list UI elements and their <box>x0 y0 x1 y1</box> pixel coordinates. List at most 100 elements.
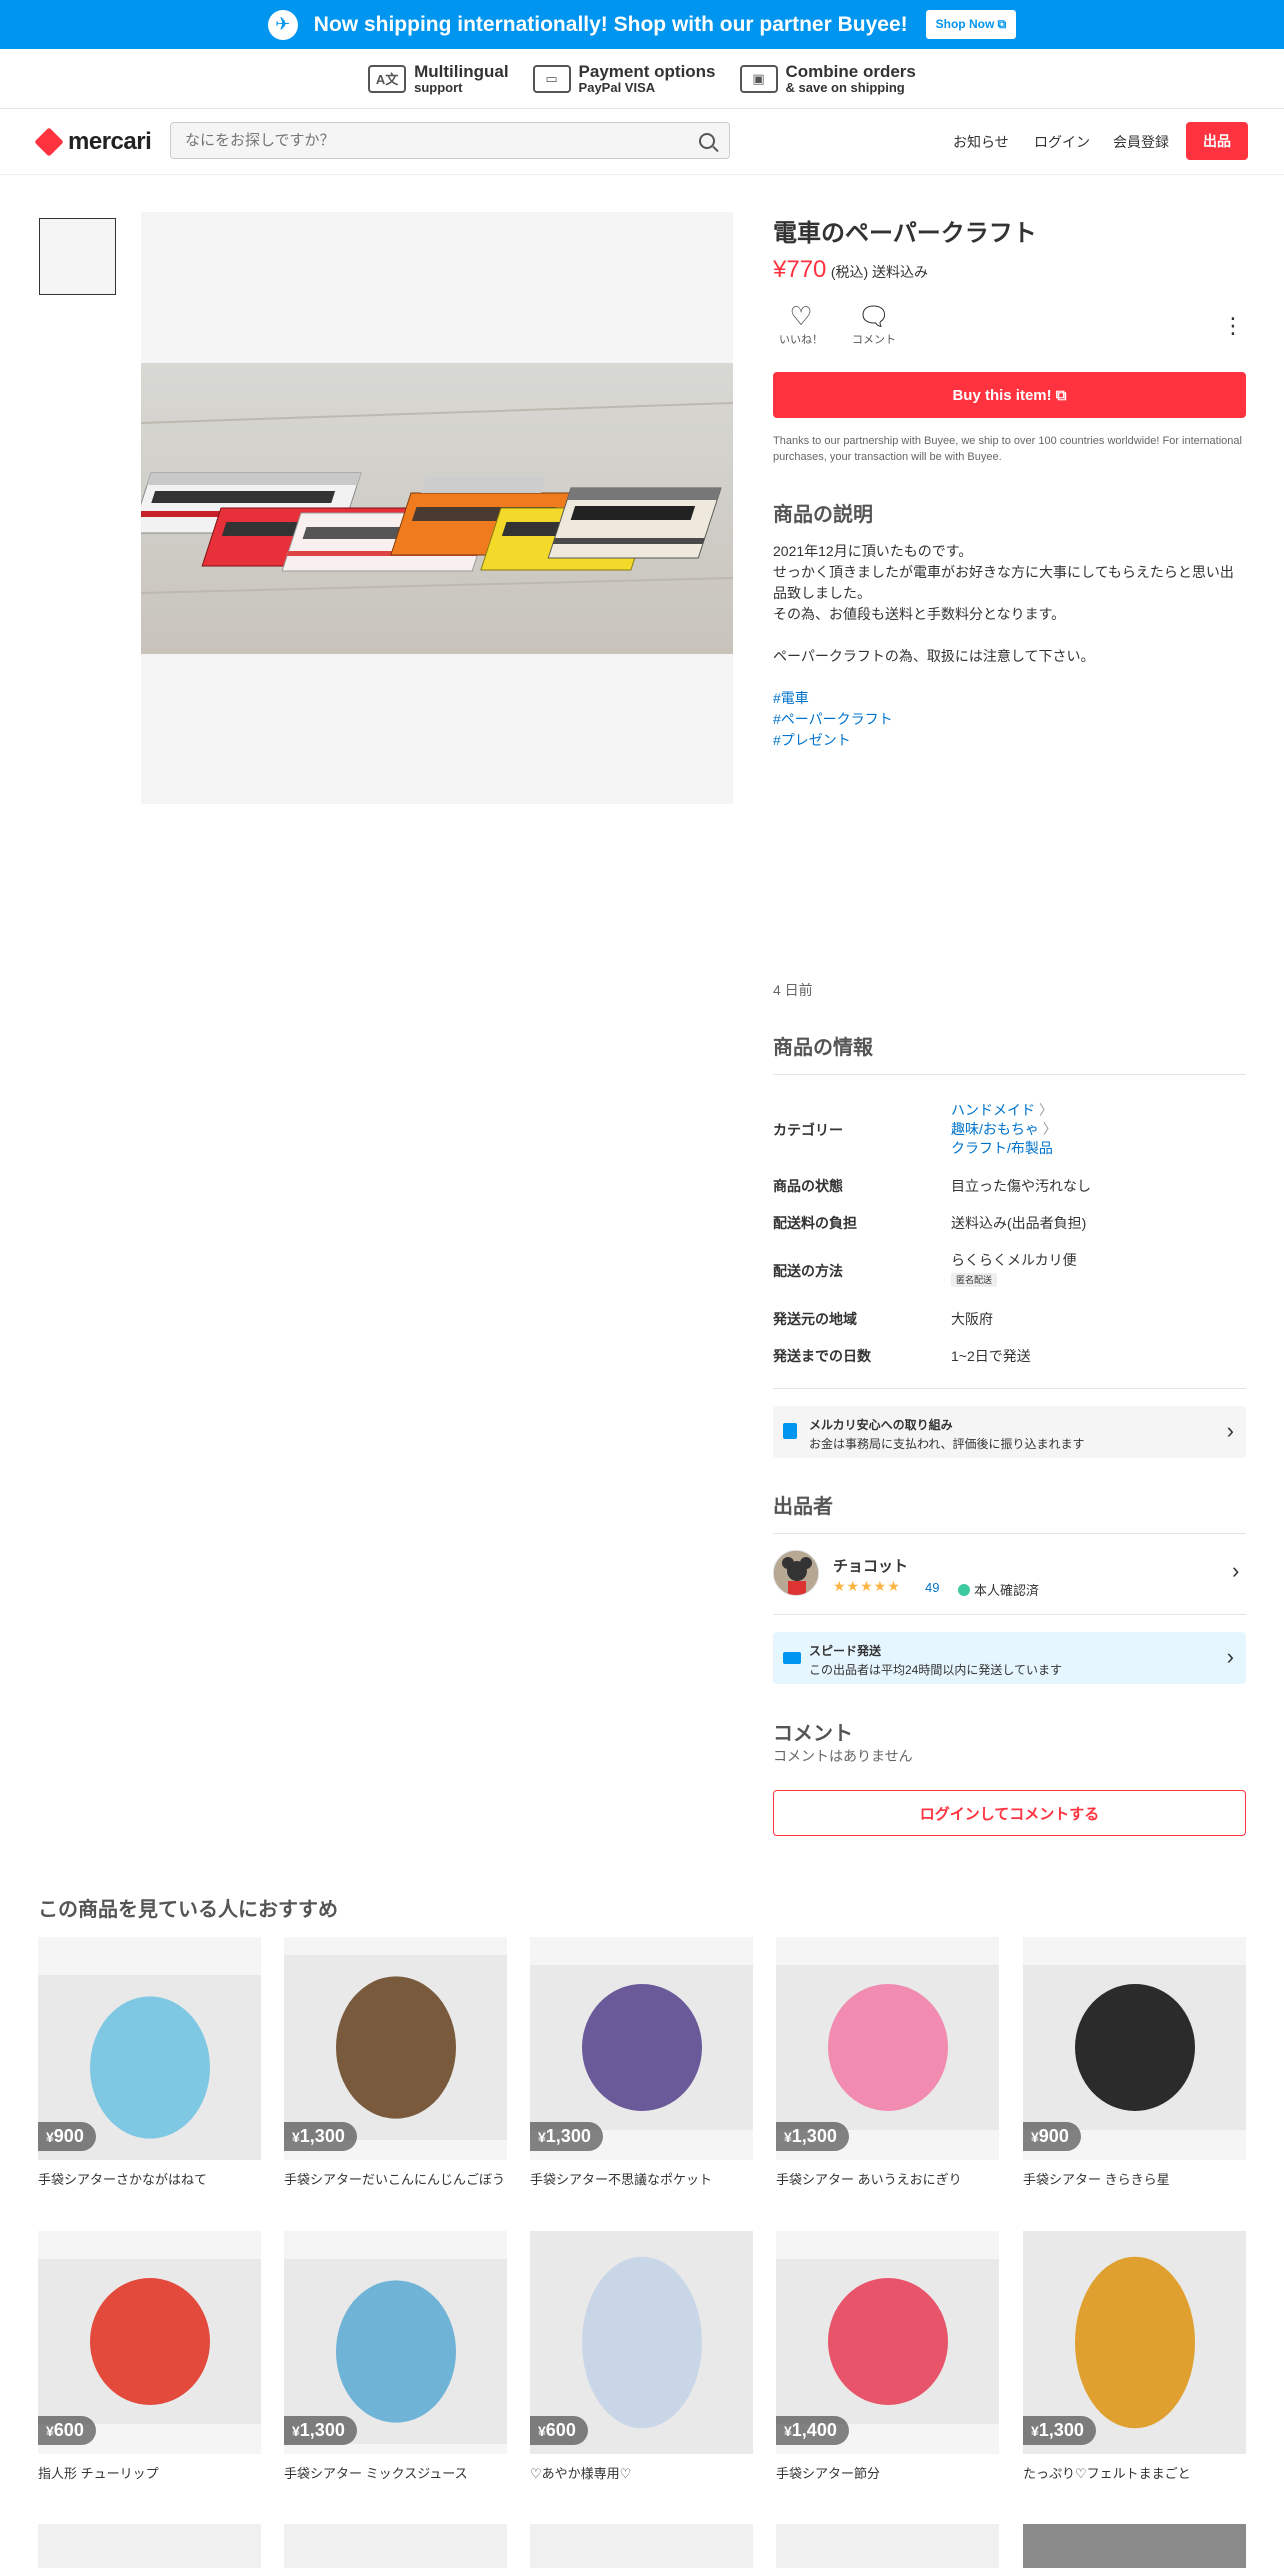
product-card[interactable]: ¥600 指人形 チューリップ <box>38 2231 261 2483</box>
price-value: 600 <box>545 2420 576 2440</box>
product-card[interactable] <box>38 2524 261 2568</box>
feature-sub: & save on shipping <box>785 79 905 95</box>
feature-sub: support <box>414 79 463 95</box>
info-value: らくらくメルカリ便 匿名配送 <box>951 1250 1077 1287</box>
safety-title: メルカリ安心への取り組み <box>809 1418 953 1432</box>
avatar[interactable] <box>773 1550 819 1596</box>
search-icon[interactable] <box>699 132 715 149</box>
category-link[interactable]: クラフト/布製品 <box>951 1139 1057 1158</box>
tag-link[interactable]: #ペーパークラフト <box>773 709 1246 730</box>
product-card[interactable] <box>530 2524 753 2568</box>
description-heading: 商品の説明 <box>773 504 873 526</box>
price-value: 900 <box>53 2126 84 2146</box>
comment-button[interactable]: 🗨 コメント <box>852 301 896 347</box>
product-name: 手袋シアターさかながはねて <box>38 2172 208 2187</box>
nav-signup[interactable]: 会員登録 <box>1113 132 1169 152</box>
product-card[interactable]: ¥1,300 たっぷり♡フェルトままごと <box>1023 2231 1246 2483</box>
product-card[interactable] <box>284 2524 507 2568</box>
logo-text: mercari <box>68 128 152 155</box>
product-image-frame: ¥1,300 <box>1023 2231 1246 2454</box>
product-image-frame: ¥1,300 <box>284 1937 507 2160</box>
product-name: 手袋シアター不思議なポケット <box>530 2172 713 2187</box>
feature-multilingual: A文 Multilingual support <box>368 63 509 95</box>
info-label: 発送元の地域 <box>773 1311 857 1327</box>
product-card[interactable]: ¥1,300 手袋シアター不思議なポケット <box>530 1937 753 2189</box>
price-value: 1,300 <box>299 2420 345 2440</box>
info-label: 発送までの日数 <box>773 1348 871 1364</box>
chevron-right-icon: 〉 <box>1038 1102 1053 1118</box>
safety-text: お金は事務局に支払われ、評価後に振り込まれます <box>809 1437 1085 1451</box>
rating-count[interactable]: 49 <box>925 1580 939 1595</box>
info-label: 商品の状態 <box>773 1178 843 1194</box>
info-label: 配送の方法 <box>773 1263 843 1279</box>
product-card[interactable]: ¥1,300 手袋シアターだいこんにんじんごぼう <box>284 1937 507 2189</box>
buy-button[interactable]: Buy this item! ⧉ <box>773 372 1246 418</box>
anonymous-badge: 匿名配送 <box>951 1273 998 1287</box>
nav-login[interactable]: ログイン <box>1034 132 1090 152</box>
chevron-right-icon[interactable]: › <box>1232 1558 1239 1584</box>
site-header: mercari お知らせ ログイン 会員登録 出品 <box>0 110 1284 175</box>
category-link[interactable]: ハンドメイド 〉 <box>951 1101 1057 1120</box>
nav-notifications[interactable]: お知らせ <box>953 132 1009 152</box>
speed-text: この出品者は平均24時間以内に発送しています <box>809 1663 1062 1677</box>
mercari-logo[interactable]: mercari <box>34 127 152 157</box>
feature-title: Payment options <box>578 61 716 81</box>
tag-link[interactable]: #プレゼント <box>773 730 1246 751</box>
shipping-method: らくらくメルカリ便 <box>951 1252 1077 1268</box>
product-card[interactable]: ¥1,300 手袋シアター あいうえおにぎり <box>776 1937 999 2189</box>
more-options-icon[interactable]: ⋮ <box>1222 313 1244 339</box>
buyee-note: Thanks to our partnership with Buyee, we… <box>773 435 1242 463</box>
category-link[interactable]: 趣味/おもちゃ 〉 <box>951 1120 1057 1139</box>
info-value: 大阪府 <box>951 1311 993 1327</box>
shipping-banner: ✈ Now shipping internationally! Shop wit… <box>0 0 1284 49</box>
verified-shield-icon <box>958 1583 970 1596</box>
product-name: たっぷり♡フェルトままごと <box>1023 2466 1191 2481</box>
product-card[interactable]: ¥600 ♡あやか様専用♡ <box>530 2231 753 2483</box>
like-button[interactable]: ♡ いいね！ <box>779 301 823 347</box>
feature-title: Combine orders <box>785 61 916 81</box>
product-image <box>776 2259 999 2424</box>
recommend-heading: この商品を見ている人におすすめ <box>38 1899 338 1921</box>
category-links: ハンドメイド 〉 趣味/おもちゃ 〉 クラフト/布製品 <box>951 1101 1057 1158</box>
price-badge: ¥1,300 <box>1023 2416 1096 2445</box>
main-photo[interactable] <box>141 363 733 654</box>
product-image-frame: ¥900 <box>1023 1937 1246 2160</box>
verified-label: 本人確認済 <box>974 1583 1040 1598</box>
info-heading: 商品の情報 <box>773 1037 873 1059</box>
safety-notice[interactable]: メルカリ安心への取り組み お金は事務局に支払われ、評価後に振り込まれます › <box>773 1406 1246 1458</box>
lock-icon <box>783 1423 797 1439</box>
comment-label: コメント <box>852 334 896 346</box>
shop-now-label: Shop Now <box>935 17 995 31</box>
product-card[interactable]: ¥1,300 手袋シアター ミックスジュース <box>284 2231 507 2483</box>
product-name: ♡あやか様専用♡ <box>530 2466 632 2481</box>
product-image-frame: ¥1,300 <box>284 2231 507 2454</box>
tag-link[interactable]: #電車 <box>773 688 1246 709</box>
product-card[interactable]: ¥1,400 手袋シアター節分 <box>776 2231 999 2483</box>
shop-now-button[interactable]: Shop Now ⧉ <box>925 10 1017 39</box>
product-name: 手袋シアター ミックスジュース <box>284 2466 468 2481</box>
price-value: 600 <box>53 2420 84 2440</box>
product-card[interactable] <box>776 2524 999 2568</box>
sell-button[interactable]: 出品 <box>1186 122 1248 160</box>
product-card[interactable] <box>1023 2524 1246 2568</box>
price-value: 1,300 <box>1038 2420 1084 2440</box>
product-image <box>776 1965 999 2130</box>
search-input[interactable] <box>185 132 699 149</box>
divider <box>773 1614 1246 1615</box>
feature-payment: ▭ Payment options PayPal VISA <box>532 61 716 95</box>
product-card[interactable]: ¥900 手袋シアター きらきら星 <box>1023 1937 1246 2189</box>
login-to-comment-button[interactable]: ログインしてコメントする <box>773 1790 1246 1836</box>
heart-icon: ♡ <box>789 301 813 331</box>
seller-heading: 出品者 <box>773 1496 833 1518</box>
product-card[interactable]: ¥900 手袋シアターさかながはねて <box>38 1937 261 2189</box>
paper-train-photo <box>141 363 733 654</box>
product-image-frame: ¥900 <box>38 1937 261 2160</box>
seller-name[interactable]: チョコット <box>833 1555 908 1576</box>
product-image <box>284 1955 507 2140</box>
price-value: 1,300 <box>299 2126 345 2146</box>
tag-list: #電車 #ペーパークラフト #プレゼント <box>773 688 1246 751</box>
info-value: 目立った傷や汚れなし <box>951 1178 1091 1194</box>
thumbnail[interactable] <box>39 218 116 295</box>
product-image <box>1023 1965 1246 2130</box>
speed-shipping-notice[interactable]: スピード発送 この出品者は平均24時間以内に発送しています › <box>773 1632 1246 1684</box>
